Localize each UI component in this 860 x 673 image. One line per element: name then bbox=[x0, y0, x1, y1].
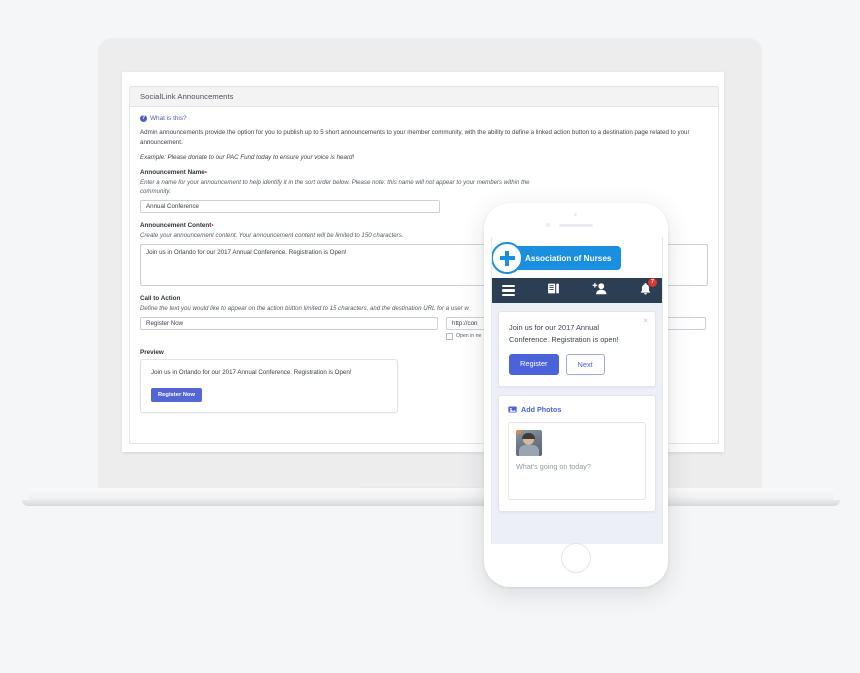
photo-icon bbox=[508, 406, 517, 413]
phone-screen: Association of Nurses 7 × Join us for ou… bbox=[491, 237, 663, 544]
cta-button-text-input[interactable]: Register Now bbox=[140, 316, 438, 330]
plus-vertical-bar bbox=[504, 250, 510, 266]
add-photos-button[interactable]: Add Photos bbox=[508, 405, 646, 414]
phone-sensor-icon bbox=[546, 223, 550, 227]
preview-box: Join us in Orlando for our 2017 Annual C… bbox=[140, 358, 398, 413]
announcement-name-help: Enter a name for your announcement to he… bbox=[140, 178, 530, 195]
announcement-content-label-text: Announcement Content bbox=[140, 221, 212, 229]
organization-name: Association of Nurses bbox=[525, 253, 612, 263]
card-header: SocialLink Announcements bbox=[130, 87, 718, 107]
phone-mockup: Association of Nurses 7 × Join us for ou… bbox=[484, 203, 668, 587]
documents-icon[interactable] bbox=[547, 282, 560, 300]
avatar-hair bbox=[522, 433, 535, 439]
phone-logo-bar: Association of Nurses bbox=[492, 237, 662, 278]
avatar bbox=[516, 430, 542, 456]
bell-icon[interactable]: 7 bbox=[639, 277, 657, 300]
laptop-base-edge bbox=[22, 500, 840, 506]
close-icon[interactable]: × bbox=[643, 317, 648, 325]
phone-speaker-grille bbox=[559, 224, 593, 227]
hamburger-bar bbox=[502, 289, 515, 292]
announcement-name-label-text: Announcement Name bbox=[140, 168, 205, 176]
phone-home-button[interactable] bbox=[561, 543, 591, 573]
avatar-body bbox=[519, 445, 539, 456]
announcement-content-value: Join us in Orlando for our 2017 Annual C… bbox=[146, 248, 347, 256]
phone-announcement-buttons: Register Next bbox=[509, 354, 645, 375]
announcement-name-input[interactable]: Annual Conference bbox=[140, 199, 440, 213]
required-marker: • bbox=[211, 221, 214, 229]
what-is-this-label: What is this? bbox=[150, 115, 187, 122]
hamburger-icon[interactable] bbox=[502, 283, 515, 298]
open-in-new-window-label: Open in ne bbox=[456, 333, 482, 339]
phone-announcement-text: Join us for our 2017 Annual Conference. … bbox=[509, 323, 619, 344]
plus-circle-icon bbox=[492, 242, 523, 274]
phone-composer-card: Add Photos What's going on today? bbox=[498, 395, 656, 512]
page-title: SocialLink Announcements bbox=[140, 92, 234, 101]
preview-cta-button[interactable]: Register Now bbox=[151, 387, 203, 402]
composer-input-box[interactable]: What's going on today? bbox=[508, 422, 646, 500]
organization-logo: Association of Nurses bbox=[492, 242, 622, 274]
phone-announcement-card: × Join us for our 2017 Annual Conference… bbox=[498, 311, 656, 387]
announcement-name-label: Announcement Name• bbox=[140, 169, 708, 176]
hamburger-bar bbox=[502, 293, 515, 296]
notification-badge: 7 bbox=[648, 277, 657, 287]
announcement-name-value: Annual Conference bbox=[146, 202, 199, 210]
register-button[interactable]: Register bbox=[509, 354, 559, 375]
intro-paragraph: Admin announcements provide the option f… bbox=[140, 129, 690, 146]
required-marker: • bbox=[204, 168, 207, 176]
help-question-icon: ? bbox=[140, 115, 147, 122]
hamburger-bar bbox=[502, 285, 515, 288]
cta-button-text-value: Register Now bbox=[146, 319, 184, 327]
checkbox-box-icon bbox=[446, 332, 453, 340]
phone-camera-icon bbox=[574, 213, 577, 216]
preview-announcement-text: Join us in Orlando for our 2017 Annual C… bbox=[151, 368, 352, 376]
avatar-corner-marker bbox=[516, 430, 521, 434]
phone-navbar: 7 bbox=[492, 277, 662, 303]
next-button[interactable]: Next bbox=[565, 354, 605, 375]
cta-url-value: http://con bbox=[452, 319, 478, 327]
composer-placeholder-text: What's going on today? bbox=[516, 462, 591, 471]
what-is-this-link[interactable]: ? What is this? bbox=[140, 115, 708, 122]
add-photos-label: Add Photos bbox=[521, 405, 562, 414]
add-person-icon[interactable] bbox=[592, 282, 607, 300]
example-text: Example: Please donate to our PAC Fund t… bbox=[140, 154, 355, 161]
